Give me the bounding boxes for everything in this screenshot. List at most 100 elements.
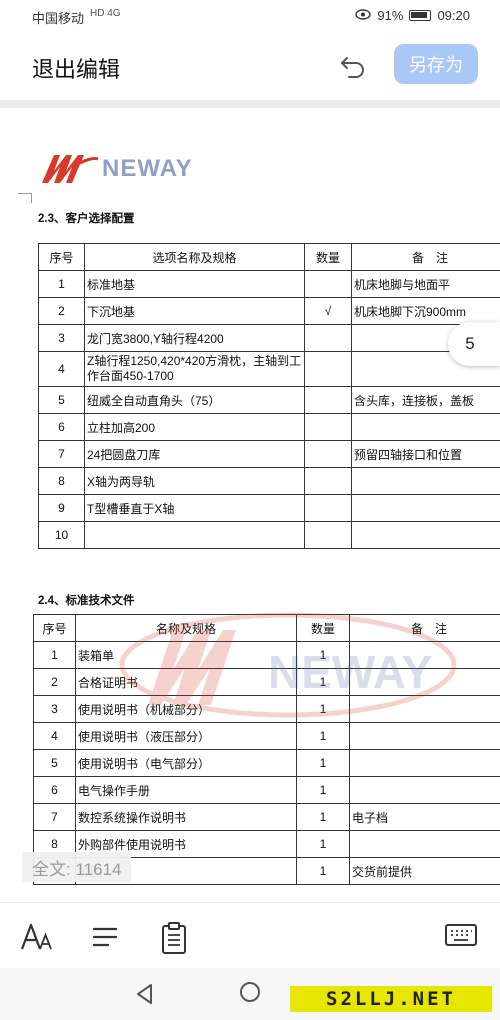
table-row[interactable]: 7 24把圆盘刀库 预留四轴接口和位置 (38, 440, 500, 468)
table-cell[interactable] (349, 695, 500, 723)
table-cell[interactable]: 7 (33, 803, 76, 831)
table-cell[interactable]: 24把圆盘刀库 (84, 440, 305, 468)
table-row[interactable]: 1 标准地基 机床地脚与地面平 (38, 270, 500, 298)
table-cell[interactable]: 合格证明书 (75, 668, 297, 696)
table-cell[interactable] (349, 776, 500, 804)
table-cell[interactable]: 2 (33, 668, 76, 696)
table-cell[interactable]: 预留四轴接口和位置 (351, 440, 500, 468)
keyboard-icon[interactable] (444, 921, 478, 953)
clipboard-icon[interactable] (160, 921, 192, 954)
table-row[interactable]: 1 装箱单 1 (33, 641, 500, 669)
table-cell[interactable] (304, 386, 352, 414)
table-cell[interactable]: 使用说明书（机械部分） (75, 695, 297, 723)
tech-docs-table[interactable]: 序号 名称及规格 数量备 注 1 装箱单 1 2 合格证明书 1 3 使用说明书（机械部分） 1 4 使… (33, 614, 500, 885)
table-cell[interactable] (304, 270, 352, 298)
font-size-icon[interactable] (20, 921, 52, 953)
table-cell[interactable]: 装箱单 (75, 641, 297, 669)
table-cell[interactable]: 下沉地基 (84, 297, 305, 325)
table-cell[interactable] (349, 749, 500, 777)
table-cell[interactable] (351, 494, 500, 522)
table-cell[interactable]: 1 (296, 722, 350, 750)
config-table[interactable]: 序号 选项名称及规格 数量备 注 1 标准地基 机床地脚与地面平 2 下沉地基 √ 机床地脚下沉… (38, 243, 500, 549)
table-cell[interactable]: 2 (38, 297, 85, 325)
table-cell[interactable]: 1 (296, 668, 350, 696)
table-cell[interactable] (349, 641, 500, 669)
table-row[interactable]: 2 合格证明书 1 (33, 668, 500, 696)
table-row[interactable]: 2 下沉地基 √ 机床地脚下沉900mm (38, 297, 500, 325)
table-cell[interactable]: 机床地脚与地面平 (351, 270, 500, 298)
table-cell[interactable]: 使用说明书（电气部分） (75, 749, 297, 777)
table-row[interactable]: 6 立柱加高200 (38, 413, 500, 441)
table-cell[interactable]: 1 (33, 641, 76, 669)
table-cell[interactable]: 3 (33, 695, 76, 723)
table-row[interactable]: 5 纽威全自动直角头（75） 含头库，连接板，盖板 (38, 386, 500, 414)
table-row[interactable]: 5 使用说明书（电气部分） 1 (33, 749, 500, 777)
table-cell[interactable]: 3 (38, 324, 85, 352)
table-cell[interactable] (304, 440, 352, 468)
table-cell[interactable] (304, 324, 352, 352)
table-cell[interactable]: X轴为两导轨 (84, 467, 305, 495)
table-cell[interactable]: 1 (296, 695, 350, 723)
table-cell[interactable]: 5 (33, 749, 76, 777)
table-cell[interactable] (304, 494, 352, 522)
undo-icon[interactable] (338, 50, 368, 80)
table-cell[interactable] (349, 722, 500, 750)
table-cell[interactable]: 1 (296, 749, 350, 777)
table-row[interactable]: 6 电气操作手册 1 (33, 776, 500, 804)
table-cell[interactable]: 7 (38, 440, 85, 468)
table-cell[interactable]: 6 (33, 776, 76, 804)
table-cell[interactable]: 5 (38, 386, 85, 414)
table-cell[interactable]: 4 (33, 722, 76, 750)
exit-edit-button[interactable]: 退出编辑 (32, 52, 120, 84)
table-cell[interactable] (84, 521, 305, 549)
table-cell[interactable]: 1 (296, 776, 350, 804)
table-cell[interactable]: 龙门宽3800,Y轴行程4200 (84, 324, 305, 352)
table-row[interactable]: 10 (38, 521, 500, 549)
table-cell[interactable]: 数控系统操作说明书 (75, 803, 297, 831)
table-cell[interactable]: 1 (38, 270, 85, 298)
table-cell[interactable]: 10 (38, 521, 85, 549)
paragraph-align-icon[interactable] (92, 921, 124, 953)
table-cell[interactable] (304, 413, 352, 441)
table-cell[interactable] (351, 467, 500, 495)
table-cell[interactable]: √ (304, 297, 352, 325)
table-cell[interactable]: 纽威全自动直角头（75） (84, 386, 305, 414)
table-cell[interactable] (304, 351, 352, 387)
page-number-badge[interactable]: 5 (448, 322, 500, 366)
document-page[interactable]: NEWAY 2.3、客户选择配置 序号 选项名称及规格 数量备 注 1 标准地基 机床地… (0, 100, 500, 902)
table-row[interactable]: 4 Z轴行程1250,420*420方滑枕，主轴到工作台面450-1700 (38, 351, 500, 387)
table-cell[interactable]: 1 (296, 641, 350, 669)
home-icon[interactable] (240, 982, 260, 1002)
table-cell[interactable]: 机床地脚下沉900mm (351, 297, 500, 325)
table-cell[interactable] (349, 830, 500, 858)
table-cell[interactable]: 电气操作手册 (75, 776, 297, 804)
table-cell[interactable]: 含头库，连接板，盖板 (351, 386, 500, 414)
table-cell[interactable]: T型槽垂直于X轴 (84, 494, 305, 522)
table-cell[interactable]: 8 (38, 467, 85, 495)
table-cell[interactable]: 电子档 (349, 803, 500, 831)
table-cell[interactable] (304, 467, 352, 495)
save-as-button[interactable]: 另存为 (394, 44, 478, 84)
table-row[interactable]: 8 X轴为两导轨 (38, 467, 500, 495)
table-cell[interactable]: 1 (296, 803, 350, 831)
table-cell[interactable]: 9 (38, 494, 85, 522)
table-cell[interactable]: 6 (38, 413, 85, 441)
table-row[interactable]: 3 龙门宽3800,Y轴行程4200 (38, 324, 500, 352)
table-cell[interactable] (349, 668, 500, 696)
table-cell[interactable] (351, 413, 500, 441)
table-cell[interactable]: 交货前提供 (349, 857, 500, 885)
table-cell[interactable] (351, 521, 500, 549)
table-cell[interactable]: 立柱加高200 (84, 413, 305, 441)
table-cell[interactable]: 4 (38, 351, 85, 387)
table-cell[interactable] (304, 521, 352, 549)
table-row[interactable]: 7 数控系统操作说明书 1 电子档 (33, 803, 500, 831)
table-cell[interactable]: 使用说明书（液压部分） (75, 722, 297, 750)
table-row[interactable]: 3 使用说明书（机械部分） 1 (33, 695, 500, 723)
table-cell[interactable]: 标准地基 (84, 270, 305, 298)
table-cell[interactable]: Z轴行程1250,420*420方滑枕，主轴到工作台面450-1700 (84, 351, 305, 387)
table-row[interactable]: 4 使用说明书（液压部分） 1 (33, 722, 500, 750)
table-cell[interactable]: 1 (296, 857, 350, 885)
table-cell[interactable]: 1 (296, 830, 350, 858)
table-row[interactable]: 9 T型槽垂直于X轴 (38, 494, 500, 522)
back-icon[interactable] (135, 983, 155, 1010)
